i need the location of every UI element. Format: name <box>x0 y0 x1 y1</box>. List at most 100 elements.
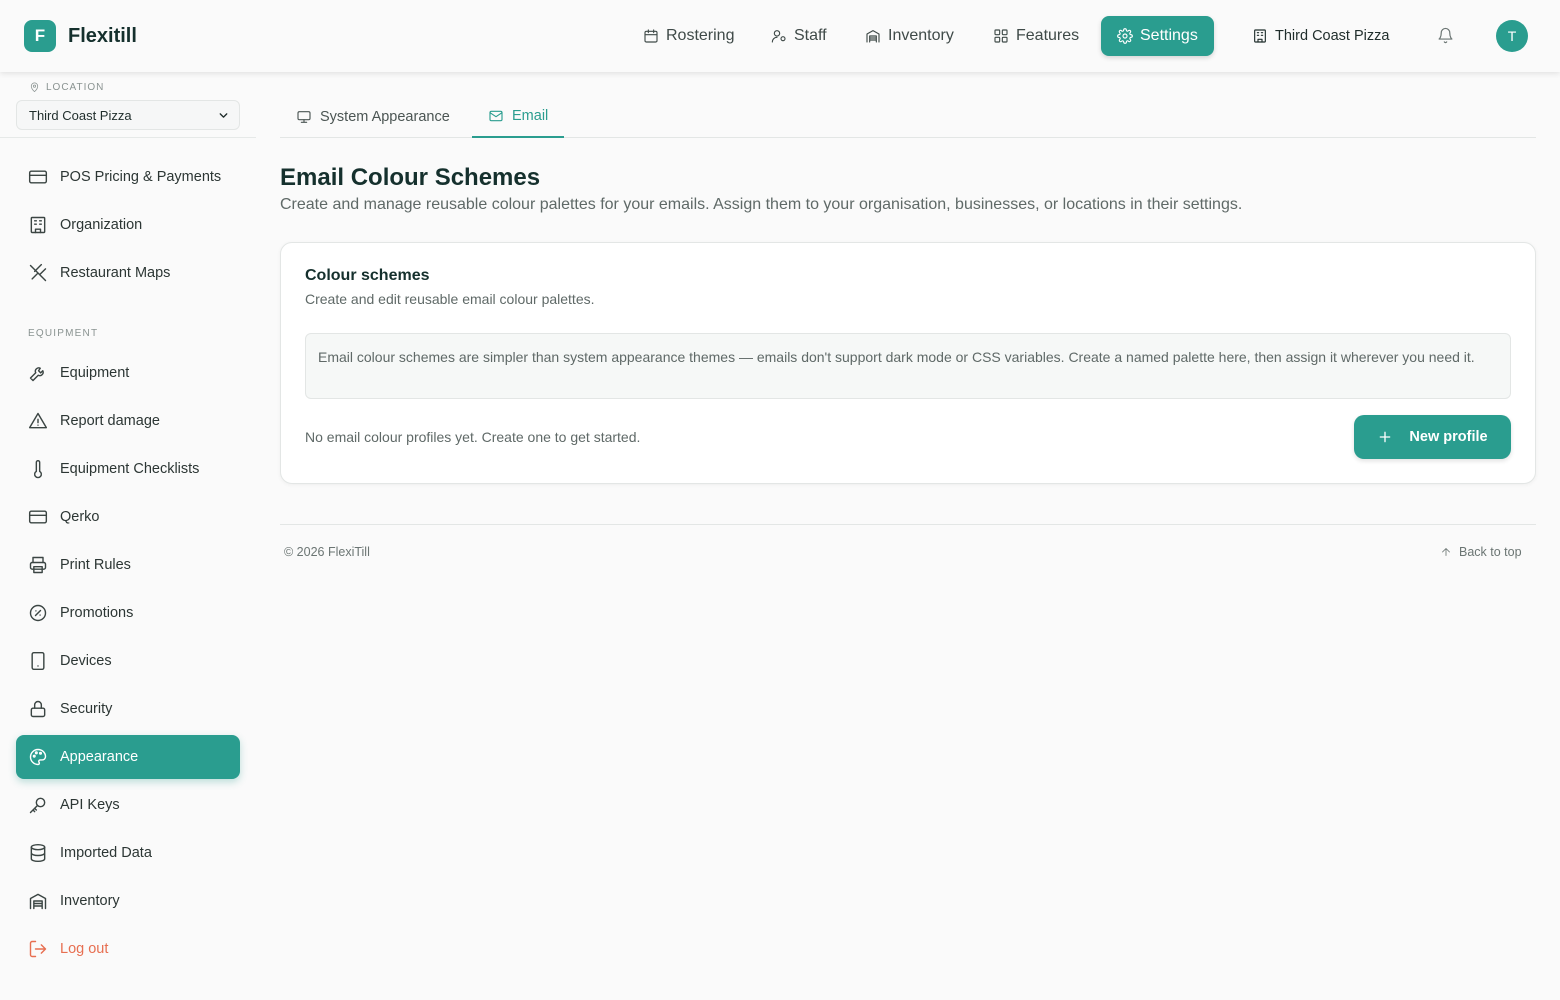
badge-percent-icon <box>29 604 47 622</box>
info-box: Email colour schemes are simpler than sy… <box>305 333 1511 399</box>
utensils-crossed-icon <box>29 263 47 282</box>
brand-logo: F <box>24 20 56 52</box>
sidebar-item-imported-data[interactable]: Imported Data <box>16 831 240 875</box>
plus-icon <box>1380 431 1391 443</box>
sidebar-item-label: API Keys <box>60 797 120 813</box>
building-icon <box>1254 29 1266 43</box>
palette-icon <box>29 748 47 766</box>
nav-rostering[interactable]: Rostering <box>643 16 734 56</box>
sidebar-item-restaurant-maps[interactable]: Restaurant Maps <box>16 251 240 295</box>
sidebar-item-promotions[interactable]: Promotions <box>16 591 240 635</box>
sidebar-item-label: Devices <box>60 653 112 669</box>
page-title: Email Colour Schemes <box>280 164 541 191</box>
nav-rostering-label: Rostering <box>666 27 735 44</box>
sidebar-item-security[interactable]: Security <box>16 687 240 731</box>
user-settings-icon <box>771 30 786 43</box>
map-pin-icon <box>30 82 39 93</box>
printer-icon <box>29 556 47 574</box>
nav-staff-label: Staff <box>794 27 827 44</box>
sidebar-item-label: Print Rules <box>60 557 131 573</box>
calendar-icon <box>644 29 658 43</box>
credit-card-icon <box>28 510 48 524</box>
card-title: Colour schemes <box>305 267 430 284</box>
location-switcher[interactable]: Third Coast Pizza <box>1252 16 1389 56</box>
sidebar-item-inventory[interactable]: Inventory <box>16 879 240 923</box>
brand[interactable]: F Flexitill <box>24 20 137 52</box>
tab-email[interactable]: Email <box>472 96 565 138</box>
logout-button[interactable]: Log out <box>16 927 240 971</box>
new-profile-label: New profile <box>1409 429 1488 445</box>
nav-features[interactable]: Features <box>993 16 1079 56</box>
credit-card-icon <box>28 170 48 184</box>
sidebar-item-api-keys[interactable]: API Keys <box>16 783 240 827</box>
sidebar-item-label: Imported Data <box>60 845 152 861</box>
warehouse-icon <box>29 893 47 910</box>
sidebar-item-label: Equipment <box>60 365 130 381</box>
lock-icon <box>30 700 46 718</box>
page-subtitle: Create and manage reusable colour palett… <box>280 196 1243 213</box>
thermometer-icon <box>34 460 42 479</box>
sidebar-item-label: Report damage <box>60 413 160 429</box>
sidebar-item-appearance[interactable]: Appearance <box>16 735 240 779</box>
nav-inventory[interactable]: Inventory <box>865 16 954 56</box>
sidebar-item-devices[interactable]: Devices <box>16 639 240 683</box>
sidebar-item-qerko[interactable]: Qerko <box>16 495 240 539</box>
nav-settings-label: Settings <box>1140 27 1198 44</box>
nav-inventory-label: Inventory <box>888 27 954 44</box>
colour-schemes-card: Colour schemes Create and edit reusable … <box>280 242 1536 484</box>
chevron-down-icon <box>219 113 228 118</box>
building-icon <box>30 216 46 234</box>
empty-state-text: No email colour profiles yet. Create one… <box>305 429 641 445</box>
copyright: © 2026 FlexiTill <box>284 545 370 559</box>
sidebar-item-label: Appearance <box>60 749 139 765</box>
sidebar-item-equipment[interactable]: Equipment <box>16 351 240 395</box>
tab-system-appearance[interactable]: System Appearance <box>296 96 450 138</box>
wrench-icon <box>29 367 44 382</box>
tablet-icon <box>31 651 45 671</box>
location-select[interactable]: Third Coast Pizza <box>16 100 240 130</box>
tab-label: Email <box>512 108 549 124</box>
location-label-text: LOCATION <box>46 82 105 93</box>
sidebar-item-report-damage[interactable]: Report damage <box>16 399 240 443</box>
gear-icon <box>1117 28 1133 44</box>
sidebar-item-print-rules[interactable]: Print Rules <box>16 543 240 587</box>
arrow-up-icon <box>1442 548 1450 556</box>
avatar[interactable]: T <box>1496 20 1528 52</box>
nav-settings[interactable]: Settings <box>1101 16 1214 56</box>
logout-icon <box>29 940 47 958</box>
location-switcher-label: Third Coast Pizza <box>1275 28 1390 44</box>
location-select-value: Third Coast Pizza <box>29 107 132 123</box>
sidebar-item-label: Security <box>60 701 113 717</box>
sidebar-item-pos-pricing[interactable]: POS Pricing & Payments <box>16 155 240 199</box>
location-label: LOCATION <box>29 82 104 93</box>
back-to-top-link[interactable]: Back to top <box>1440 545 1522 559</box>
sidebar-item-equipment-checklists[interactable]: Equipment Checklists <box>16 447 240 491</box>
bell-icon[interactable] <box>1437 27 1454 44</box>
footer-divider <box>280 524 1536 525</box>
sidebar-item-label: Qerko <box>60 509 100 525</box>
warehouse-icon <box>866 30 880 43</box>
sidebar-item-label: Organization <box>60 217 143 233</box>
sidebar-item-label: Equipment Checklists <box>60 461 200 477</box>
sidebar-item-label: Restaurant Maps <box>60 265 171 281</box>
nav-features-label: Features <box>1016 27 1080 44</box>
mail-icon <box>489 110 503 122</box>
database-icon <box>30 843 46 863</box>
appearance-tabs: System Appearance Email <box>280 96 1536 138</box>
sidebar-divider <box>0 137 256 138</box>
back-to-top-label: Back to top <box>1459 545 1522 559</box>
logout-label: Log out <box>60 941 109 957</box>
key-icon <box>29 797 46 814</box>
warning-icon <box>28 412 48 429</box>
sidebar-item-label: Promotions <box>60 605 134 621</box>
sidebar-item-organization[interactable]: Organization <box>16 203 240 247</box>
grid-icon <box>994 29 1008 43</box>
top-navigation-bar: F Flexitill Rostering Staff Inventory Fe… <box>0 0 1560 72</box>
nav-staff[interactable]: Staff <box>771 16 827 56</box>
monitor-icon <box>297 111 311 123</box>
new-profile-button[interactable]: New profile <box>1354 415 1511 459</box>
sidebar-item-label: Inventory <box>60 893 120 909</box>
section-label-equipment: EQUIPMENT <box>28 328 99 339</box>
sidebar-item-label: POS Pricing & Payments <box>60 169 222 185</box>
sidebar: LOCATION Third Coast Pizza POS Pricing &… <box>0 72 256 1000</box>
